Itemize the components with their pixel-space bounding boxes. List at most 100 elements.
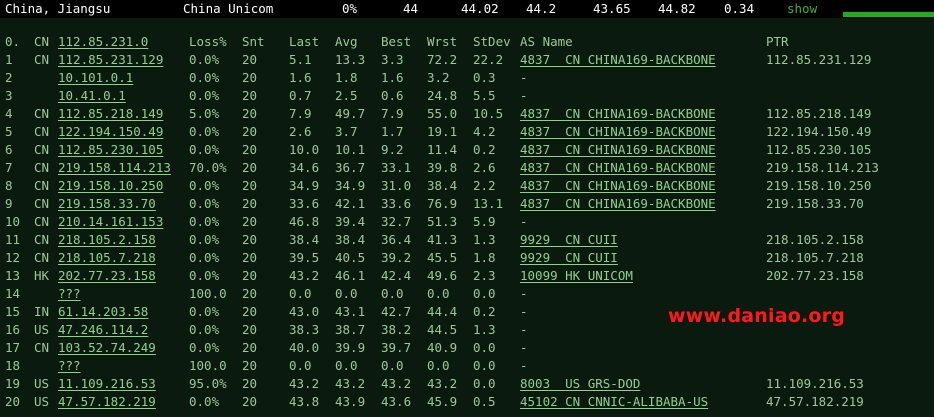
hop-last: 39.5: [289, 250, 320, 265]
show-link[interactable]: show: [787, 1, 817, 16]
header-host[interactable]: 112.85.231.0: [58, 33, 148, 51]
hop-index: 12: [5, 250, 21, 265]
hop-best: 31.0: [381, 178, 412, 193]
hop-wrst: 0.0: [427, 358, 450, 373]
hop-host[interactable]: 11.109.216.53: [58, 375, 156, 393]
hop-avg: 42.1: [335, 196, 366, 211]
hop-stdev: 5.9: [473, 214, 496, 229]
hop-country: US: [34, 394, 50, 409]
hop-snt: 20: [242, 250, 258, 265]
hop-host[interactable]: 219.158.114.213: [58, 159, 171, 177]
hop-wrst: 11.4: [427, 142, 458, 157]
hop-avg: 43.2: [335, 376, 366, 391]
hop-country: CN: [34, 340, 50, 355]
hop-host[interactable]: 61.14.203.58: [58, 303, 148, 321]
hop-index: 1: [5, 52, 13, 67]
hop-stdev: 0.0: [473, 286, 496, 301]
hop-avg: 40.5: [335, 250, 366, 265]
hop-ptr: 219.158.33.70: [766, 196, 864, 211]
hop-loss: 100.0: [189, 358, 227, 373]
hop-host[interactable]: 112.85.231.129: [58, 51, 163, 69]
header-avg: Avg: [335, 34, 358, 49]
hop-host[interactable]: ???: [58, 357, 81, 375]
hop-avg: 38.4: [335, 232, 366, 247]
hop-avg: 0.0: [335, 358, 358, 373]
hop-host[interactable]: 219.158.33.70: [58, 195, 156, 213]
hop-host[interactable]: 47.246.114.2: [58, 321, 148, 339]
table-row: 5 CN 122.194.150.49 0.0% 20 2.6 3.7 1.7 19.1 4.2 4…: [0, 123, 934, 141]
hop-host[interactable]: 218.105.2.158: [58, 231, 156, 249]
hop-index: 16: [5, 322, 21, 337]
hop-last: 5.1: [289, 52, 312, 67]
hop-as-name: -: [520, 304, 528, 319]
summary-bar: China, Jiangsu China Unicom 0% 44 44.02 …: [0, 0, 934, 18]
hop-index: 9: [5, 196, 13, 211]
hop-best: 0.0: [381, 286, 404, 301]
hop-host[interactable]: ???: [58, 285, 81, 303]
hop-snt: 20: [242, 70, 258, 85]
hop-as-name[interactable]: 4837 CN CHINA169-BACKBONE: [520, 123, 716, 141]
hop-host[interactable]: 10.41.0.1: [58, 87, 126, 105]
hop-as-name[interactable]: 4837 CN CHINA169-BACKBONE: [520, 141, 716, 159]
hop-wrst: 76.9: [427, 196, 458, 211]
hop-last: 43.2: [289, 376, 320, 391]
hop-avg: 38.7: [335, 322, 366, 337]
hop-snt: 20: [242, 52, 258, 67]
hop-host[interactable]: 112.85.218.149: [58, 105, 163, 123]
hop-index: 13: [5, 268, 21, 283]
hop-ptr: 202.77.23.158: [766, 268, 864, 283]
hop-host[interactable]: 210.14.161.153: [58, 213, 163, 231]
hop-snt: 20: [242, 340, 258, 355]
hop-snt: 20: [242, 178, 258, 193]
hop-host[interactable]: 122.194.150.49: [58, 123, 163, 141]
hop-host[interactable]: 47.57.182.219: [58, 393, 156, 411]
hop-last: 46.8: [289, 214, 320, 229]
hop-as-name[interactable]: 45102 CN CNNIC-ALIBABA-US: [520, 393, 708, 411]
hop-best: 42.4: [381, 268, 412, 283]
hop-best: 38.2: [381, 322, 412, 337]
hop-wrst: 49.6: [427, 268, 458, 283]
hop-as-name[interactable]: 4837 CN CHINA169-BACKBONE: [520, 51, 716, 69]
hop-loss: 0.0%: [189, 52, 220, 67]
hop-as-name[interactable]: 9929 CN CUII: [520, 249, 618, 267]
hop-host[interactable]: 10.101.0.1: [58, 69, 133, 87]
hop-last: 2.6: [289, 124, 312, 139]
hop-as-name[interactable]: 9929 CN CUII: [520, 231, 618, 249]
hop-as-name[interactable]: 10099 HK UNICOM: [520, 267, 633, 285]
hop-snt: 20: [242, 232, 258, 247]
hop-host[interactable]: 219.158.10.250: [58, 177, 163, 195]
hop-loss: 95.0%: [189, 376, 227, 391]
hop-stdev: 2.3: [473, 268, 496, 283]
hop-as-name[interactable]: 4837 CN CHINA169-BACKBONE: [520, 105, 716, 123]
hop-best: 36.4: [381, 232, 412, 247]
header-last: Last: [289, 34, 320, 49]
hop-wrst: 51.3: [427, 214, 458, 229]
hop-as-name[interactable]: 8003 US GRS-DOD: [520, 375, 640, 393]
hop-as-name[interactable]: 4837 CN CHINA169-BACKBONE: [520, 195, 716, 213]
hop-avg: 34.9: [335, 178, 366, 193]
header-index: 0.: [5, 34, 21, 49]
hop-ptr: 47.57.182.219: [766, 394, 864, 409]
hop-host[interactable]: 103.52.74.249: [58, 339, 156, 357]
hop-snt: 20: [242, 322, 258, 337]
hop-best: 0.6: [381, 88, 404, 103]
hop-stdev: 0.3: [473, 70, 496, 85]
table-row: 9 CN 219.158.33.70 0.0% 20 33.6 42.1 33.6 76.9 13…: [0, 195, 934, 213]
hop-stdev: 0.2: [473, 142, 496, 157]
hop-snt: 20: [242, 106, 258, 121]
summary-avg: 44.2: [526, 1, 557, 16]
hop-best: 33.6: [381, 196, 412, 211]
hop-loss: 0.0%: [189, 250, 220, 265]
hop-wrst: 55.0: [427, 106, 458, 121]
hop-last: 43.0: [289, 304, 320, 319]
hop-as-name[interactable]: 4837 CN CHINA169-BACKBONE: [520, 159, 716, 177]
summary-last: 44.02: [461, 1, 499, 16]
hop-host[interactable]: 202.77.23.158: [58, 267, 156, 285]
hop-country: CN: [34, 232, 50, 247]
hop-last: 1.6: [289, 70, 312, 85]
hop-snt: 20: [242, 358, 258, 373]
hop-stdev: 1.3: [473, 232, 496, 247]
hop-host[interactable]: 112.85.230.105: [58, 141, 163, 159]
hop-as-name[interactable]: 4837 CN CHINA169-BACKBONE: [520, 177, 716, 195]
hop-host[interactable]: 218.105.7.218: [58, 249, 156, 267]
